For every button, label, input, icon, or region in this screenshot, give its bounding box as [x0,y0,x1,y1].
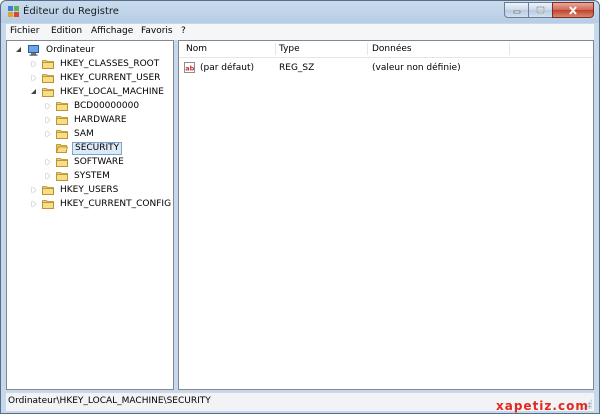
tree-item-label: SECURITY [72,141,123,155]
watermark: xapetiz.com [496,399,589,413]
folder-icon [42,59,54,69]
registry-editor-window: Éditeur du Registre Fichier Edition Affi… [0,0,600,414]
status-path: Ordinateur\HKEY_LOCAL_MACHINE\SECURITY [8,396,211,406]
folder-icon [56,171,68,181]
collapse-arrow-icon[interactable] [30,88,38,96]
expand-arrow-icon[interactable] [30,200,38,208]
value-data: (valeur non définie) [372,63,461,73]
column-divider[interactable] [275,43,276,55]
folder-icon [42,87,54,97]
tree-item[interactable]: SOFTWARE [44,155,126,169]
column-header-type[interactable]: Type [279,44,300,54]
tree-item[interactable]: HKEY_USERS [30,183,120,197]
minimize-icon [513,10,520,14]
folder-icon [42,185,54,195]
tree-item-label: HKEY_CURRENT_USER [60,73,161,83]
close-icon [569,5,577,15]
regedit-app-icon [8,6,19,17]
tree-item[interactable]: HKEY_CLASSES_ROOT [30,57,161,71]
expand-arrow-icon[interactable] [30,74,38,82]
column-divider[interactable] [367,43,368,55]
column-header-name[interactable]: Nom [186,44,207,54]
tree-item-label: HKEY_USERS [60,185,119,195]
expand-arrow-icon[interactable] [44,116,52,124]
menu-affichage[interactable]: Affichage [91,26,133,36]
tree-item-label: SAM [74,129,94,139]
folder-open-icon [56,143,68,153]
expand-arrow-icon[interactable] [44,102,52,110]
folder-icon [42,73,54,83]
minimize-button[interactable] [504,2,528,18]
tree-item-label: Ordinateur [46,45,95,55]
tree-item-label: HKEY_CLASSES_ROOT [60,59,160,69]
tree-item-label: BCD00000000 [74,101,140,111]
menu-help[interactable]: ? [181,26,186,36]
menu-bar: Fichier Edition Affichage Favoris ? [6,24,594,40]
value-type: REG_SZ [279,63,315,73]
folder-icon [56,115,68,125]
expand-arrow-icon[interactable] [44,130,52,138]
tree-item[interactable]: SYSTEM [44,169,112,183]
key-tree-pane[interactable]: Ordinateur HKEY_CLASSES_ROOT HKEY_CURRENT_… [6,40,174,390]
window-controls [504,2,594,18]
list-header: Nom Type Données [179,41,593,58]
tree-item[interactable]: Ordinateur [15,43,97,57]
collapse-arrow-icon[interactable] [15,46,23,54]
menu-favoris[interactable]: Favoris [141,26,173,36]
folder-icon [42,199,54,209]
expand-arrow-icon[interactable] [44,172,52,180]
window-title: Éditeur du Registre [23,6,119,17]
title-bar[interactable]: Éditeur du Registre [1,1,599,23]
tree-item-label: HARDWARE [74,115,127,125]
expand-arrow-icon[interactable] [30,60,38,68]
menu-fichier[interactable]: Fichier [10,26,39,36]
computer-icon [27,44,40,56]
values-list-pane[interactable]: Nom Type Données ab (par défaut) REG_SZ … [178,40,594,390]
tree-item[interactable]: SECURITY [44,141,123,155]
column-header-data[interactable]: Données [372,44,412,54]
main-content: Ordinateur HKEY_CLASSES_ROOT HKEY_CURRENT_… [6,40,594,391]
tree-item[interactable]: HKEY_LOCAL_MACHINE [30,85,166,99]
tree-item[interactable]: SAM [44,127,96,141]
folder-icon [56,129,68,139]
tree-item[interactable]: HARDWARE [44,113,129,127]
expand-arrow-icon[interactable] [44,158,52,166]
tree-item-label: HKEY_CURRENT_CONFIG [60,199,172,209]
folder-icon [56,101,68,111]
maximize-icon [536,6,545,14]
close-button[interactable] [552,2,594,18]
tree-item-label: SYSTEM [74,171,110,181]
menu-edition[interactable]: Edition [51,26,82,36]
expand-arrow-icon[interactable] [30,186,38,194]
maximize-button[interactable] [528,2,552,18]
tree-item[interactable]: HKEY_CURRENT_CONFIG [30,197,173,211]
svg-text:ab: ab [185,64,194,72]
column-divider[interactable] [509,43,510,55]
tree-item[interactable]: BCD00000000 [44,99,141,113]
value-name: (par défaut) [200,63,254,73]
tree-item-label: HKEY_LOCAL_MACHINE [60,87,164,97]
folder-icon [56,157,68,167]
string-value-icon: ab [184,62,195,73]
tree-item[interactable]: HKEY_CURRENT_USER [30,71,162,85]
table-row[interactable]: ab (par défaut) REG_SZ (valeur non défin… [179,61,593,75]
tree-item-label: SOFTWARE [74,157,124,167]
